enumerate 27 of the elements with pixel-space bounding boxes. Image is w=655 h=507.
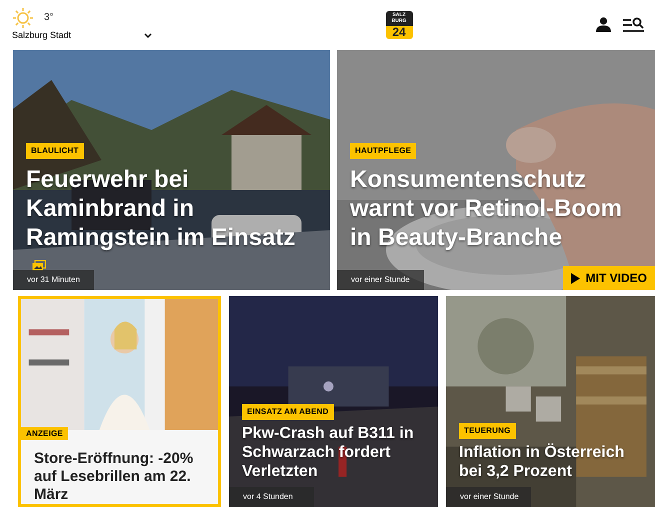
category-tag: HAUTPFLEGE [350,143,416,159]
timestamp: vor einer Stunde [337,270,424,290]
user-icon[interactable] [596,17,611,32]
timestamp: vor einer Stunde [446,487,531,507]
menu-search-icon[interactable] [623,16,645,32]
ad-card[interactable]: ANZEIGE Store-Eröffnung: -20% auf Lesebrillen am 22. März [18,296,221,507]
location-dropdown[interactable]: Salzburg Stadt [12,28,152,42]
news-card[interactable]: TEUERUNG Inflation in Österreich bei 3,2 Prozent vor einer Stunde [446,296,655,507]
news-card[interactable]: BLAULICHT Feuerwehr bei Kaminbrand in Ramingstein im Einsatz vor 31 Minuten [13,50,330,290]
play-icon [570,272,580,284]
news-card[interactable]: HAUTPFLEGE Konsumentenschutz warnt vor Retinol-Boom in Beauty-Branche vor einer Stunde MIT VIDEO [337,50,655,290]
headline: Feuerwehr bei Kaminbrand in Ramingstein im Einsatz [26,165,296,252]
headline: Pkw-Crash auf B311 in Schwarzach fordert Verletzten [242,424,415,481]
category-tag: EINSATZ AM ABEND [242,404,334,420]
headline: Store-Eröffnung: -20% auf Lesebrillen am 22. März [33,449,194,504]
chevron-down-icon [144,32,152,38]
news-card[interactable]: EINSATZ AM ABEND Pkw-Crash auf B311 in Schwarzach fordert Verletzten vor 4 Stunden [229,296,438,507]
category-tag: TEUERUNG [459,423,516,439]
timestamp: vor 31 Minuten [13,270,94,290]
temperature: 3° [44,11,54,26]
category-tag: BLAULICHT [26,143,84,159]
video-label: MIT VIDEO [586,270,647,287]
timestamp: vor 4 Stunden [229,487,314,507]
category-tag: ANZEIGE [21,427,68,440]
headline: Inflation in Österreich bei 3,2 Prozent [459,443,626,481]
sun-icon [12,6,34,29]
headline: Konsumentenschutz warnt vor Retinol-Boom in Beauty-Branche [350,165,624,252]
